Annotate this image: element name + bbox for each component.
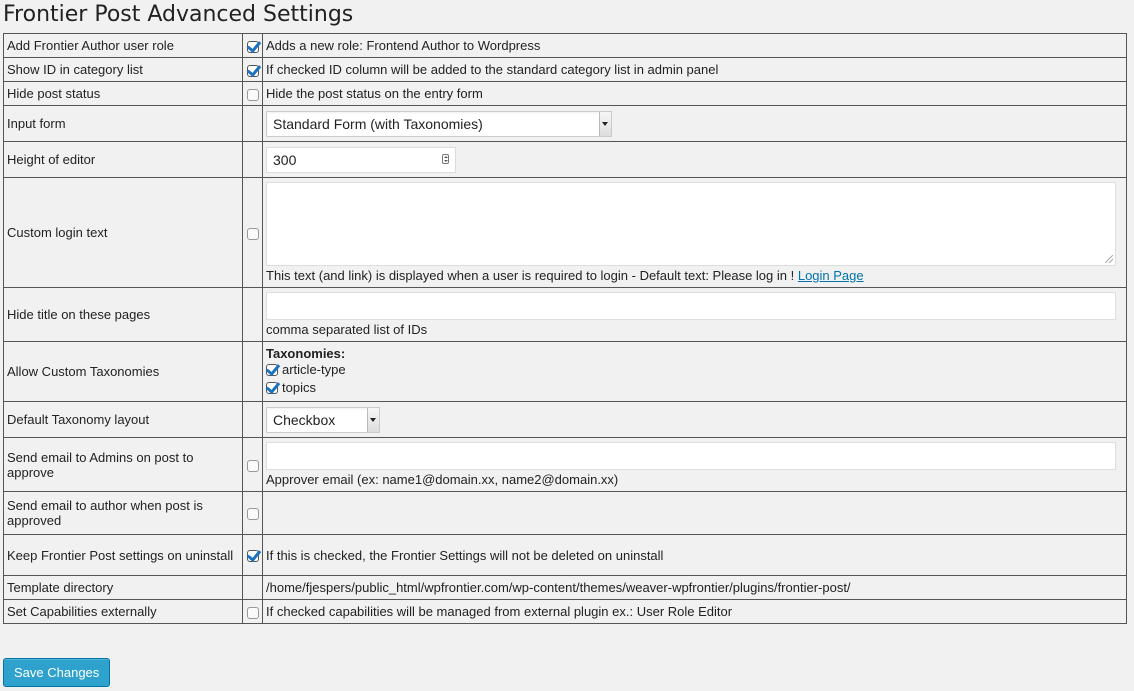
label-author-role: Add Frontier Author user role (3, 33, 243, 58)
label-capabilities: Set Capabilities externally (3, 599, 243, 624)
label-custom-tax: Allow Custom Taxonomies (3, 341, 243, 402)
taxonomy-article-type-checkbox[interactable] (266, 363, 278, 376)
input-form-select[interactable]: Standard Form (with Taxonomies) (266, 110, 612, 137)
label-editor-height: Height of editor (3, 141, 243, 178)
row-editor-height: Height of editor 300 (3, 141, 1127, 178)
label-email-admins: Send email to Admins on post to approve (3, 437, 243, 492)
desc-author-role: Adds a new role: Frontend Author to Word… (262, 33, 1127, 58)
spinner-icon[interactable] (442, 153, 449, 164)
label-template-dir: Template directory (3, 575, 243, 600)
approver-email-input[interactable] (266, 442, 1116, 470)
row-tax-layout: Default Taxonomy layout Checkbox (3, 401, 1127, 438)
label-email-author: Send email to author when post is approv… (3, 491, 243, 535)
show-id-checkbox[interactable] (246, 64, 259, 77)
chevron-down-icon (367, 407, 379, 432)
chevron-down-icon (599, 111, 611, 136)
capabilities-checkbox[interactable] (246, 606, 259, 619)
author-role-checkbox[interactable] (246, 40, 259, 53)
desc-keep-settings: If this is checked, the Frontier Setting… (262, 534, 1127, 576)
tax-layout-selected: Checkbox (273, 411, 336, 428)
row-author-role: Add Frontier Author user role Adds a new… (3, 33, 1127, 58)
row-hide-status: Hide post status Hide the post status on… (3, 81, 1127, 106)
taxonomies-heading: Taxonomies: (266, 346, 346, 361)
hide-title-input[interactable] (266, 292, 1116, 320)
save-changes-button[interactable]: Save Changes (3, 658, 111, 687)
login-page-link[interactable]: Login Page (798, 268, 864, 283)
label-hide-status: Hide post status (3, 81, 243, 106)
label-login-text: Custom login text (3, 177, 243, 288)
taxonomy-topics-checkbox[interactable] (266, 381, 278, 394)
row-keep-settings: Keep Frontier Post settings on uninstall… (3, 534, 1127, 576)
taxonomy-article-type-label: article-type (282, 362, 346, 377)
row-template-dir: Template directory /home/fjespers/public… (3, 575, 1127, 600)
desc-show-id: If checked ID column will be added to th… (262, 57, 1127, 82)
row-email-author: Send email to author when post is approv… (3, 491, 1127, 535)
row-show-id: Show ID in category list If checked ID c… (3, 57, 1127, 82)
desc-hide-status: Hide the post status on the entry form (262, 81, 1127, 106)
login-text-textarea[interactable] (266, 182, 1116, 266)
email-author-checkbox[interactable] (246, 508, 259, 521)
login-text-desc: This text (and link) is displayed when a… (266, 268, 795, 283)
label-keep-settings: Keep Frontier Post settings on uninstall (3, 534, 243, 576)
row-custom-tax: Allow Custom Taxonomies Taxonomies: arti… (3, 341, 1127, 402)
row-login-text: Custom login text This text (and link) i… (3, 177, 1127, 288)
hide-title-desc: comma separated list of IDs (266, 322, 428, 337)
editor-height-input[interactable]: 300 (266, 146, 456, 173)
settings-table: Add Frontier Author user role Adds a new… (3, 33, 1127, 624)
row-capabilities: Set Capabilities externally If checked c… (3, 599, 1127, 624)
row-email-admins: Send email to Admins on post to approve … (3, 437, 1127, 492)
label-show-id: Show ID in category list (3, 57, 243, 82)
hide-status-checkbox[interactable] (246, 88, 259, 101)
desc-capabilities: If checked capabilities will be managed … (262, 599, 1127, 624)
editor-height-value: 300 (273, 151, 297, 168)
row-input-form: Input form Standard Form (with Taxonomie… (3, 105, 1127, 142)
label-input-form: Input form (3, 105, 243, 142)
email-admins-checkbox[interactable] (246, 459, 259, 472)
label-tax-layout: Default Taxonomy layout (3, 401, 243, 438)
approver-email-desc: Approver email (ex: name1@domain.xx, nam… (266, 472, 619, 487)
input-form-selected: Standard Form (with Taxonomies) (273, 115, 483, 132)
page-title: Frontier Post Advanced Settings (3, 2, 354, 27)
keep-settings-checkbox[interactable] (246, 550, 259, 563)
login-text-checkbox[interactable] (246, 227, 259, 240)
taxonomy-item: topics (266, 379, 1123, 397)
row-hide-title: Hide title on these pages comma separate… (3, 287, 1127, 342)
tax-layout-select[interactable]: Checkbox (266, 406, 380, 433)
taxonomy-item: article-type (266, 361, 1123, 379)
taxonomy-topics-label: topics (282, 380, 316, 395)
label-hide-title: Hide title on these pages (3, 287, 243, 342)
template-dir-value: /home/fjespers/public_html/wpfrontier.co… (262, 575, 1127, 600)
